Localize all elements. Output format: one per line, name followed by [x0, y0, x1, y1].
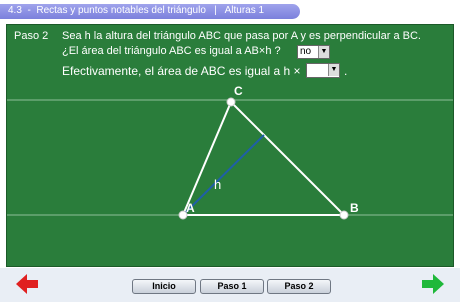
vertex-b-point	[339, 210, 349, 220]
height-segment	[182, 134, 265, 216]
triangle-figure: A B C h	[7, 84, 453, 220]
vertex-a-label: A	[186, 201, 195, 215]
right-arrow-icon[interactable]	[422, 274, 444, 294]
left-arrow-icon[interactable]	[16, 274, 38, 294]
vertex-c-label: C	[234, 84, 243, 98]
paso2-button[interactable]: Paso 2	[267, 279, 331, 294]
paso1-button[interactable]: Paso 1	[200, 279, 264, 294]
triangle-abc	[181, 100, 347, 216]
vertex-c-point	[226, 97, 236, 107]
vertex-b-label: B	[350, 201, 359, 215]
height-label: h	[214, 177, 221, 192]
inicio-button[interactable]: Inicio	[132, 279, 196, 294]
